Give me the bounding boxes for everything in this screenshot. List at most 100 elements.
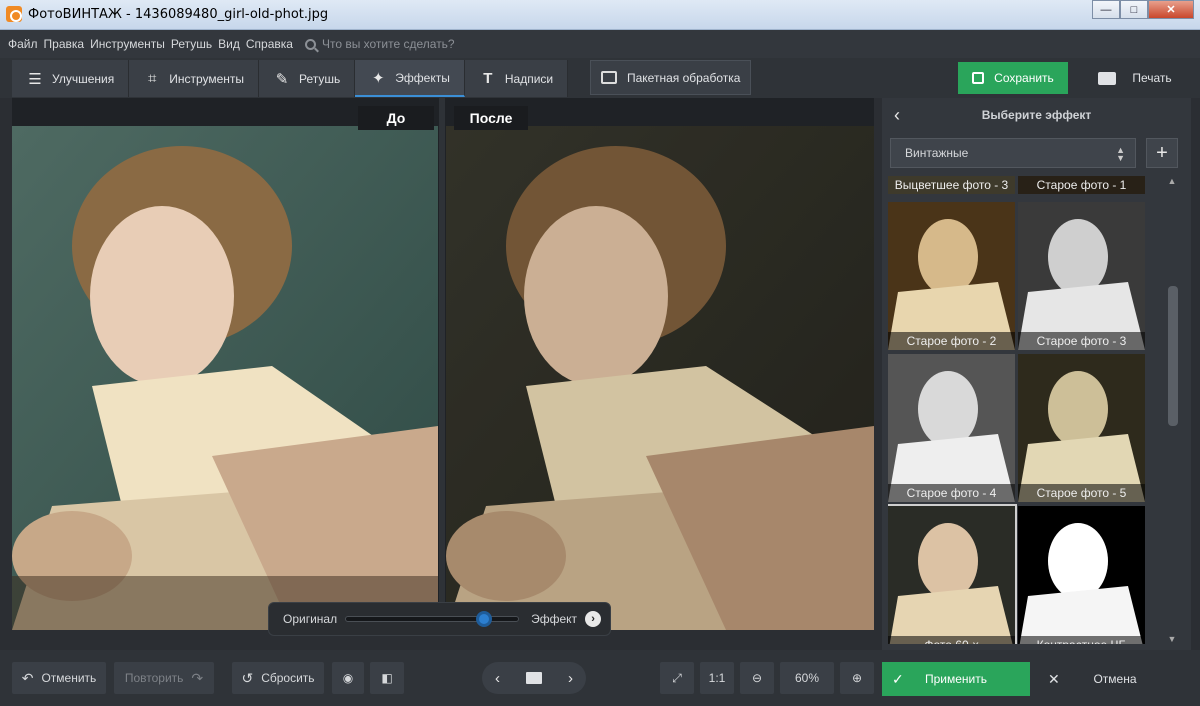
chevron-right-icon[interactable]: › — [585, 611, 602, 627]
effect-thumb[interactable]: Старое фото - 2 — [888, 202, 1015, 350]
tab-improvements[interactable]: ☰ Улучшения — [12, 60, 130, 97]
next-image-icon[interactable]: › — [568, 670, 573, 687]
save-button[interactable]: Сохранить — [958, 62, 1068, 94]
image-icon — [601, 71, 617, 84]
effect-thumb-label: Старое фото - 5 — [1018, 484, 1145, 502]
effect-thumb-label: Выцветшее фото - 3 — [888, 176, 1015, 194]
menu-help[interactable]: Справка — [246, 37, 293, 51]
after-label: После — [454, 106, 528, 130]
slider-track[interactable] — [345, 611, 520, 627]
select-arrows-icon: ▲ ▼ — [1116, 145, 1125, 163]
compare-divider[interactable] — [439, 98, 445, 630]
reset-button[interactable]: ↺ Сбросить — [232, 662, 324, 694]
zoom-out-button[interactable]: ⊖ — [740, 662, 774, 694]
apply-button[interactable]: ✓ Применить — [882, 662, 1030, 696]
tab-label: Надписи — [504, 71, 554, 86]
compare-button[interactable]: ◧ — [370, 662, 404, 694]
batch-label: Пакетная обработка — [627, 70, 741, 85]
cancel-button[interactable]: ✕ Отмена — [1040, 662, 1190, 696]
thumb-preview — [888, 202, 1015, 350]
cancel-label: Отмена — [1093, 672, 1137, 686]
undo-button[interactable]: ↶ Отменить — [12, 662, 106, 694]
menu-view[interactable]: Вид — [218, 37, 240, 51]
category-select[interactable]: Винтажные ▲ ▼ — [890, 138, 1136, 168]
maximize-button[interactable]: □ — [1120, 0, 1148, 19]
effects-gallery: Выцветшее фото - 3 Старое фото - 1 Старо… — [888, 176, 1156, 644]
folder-icon[interactable] — [526, 672, 542, 684]
effect-thumb[interactable]: Старое фото - 5 — [1018, 354, 1145, 502]
tab-label: Эффекты — [395, 70, 450, 85]
check-icon: ✓ — [892, 670, 904, 687]
category-value: Винтажные — [905, 146, 969, 160]
effect-thumb-label: Контрастное ЧБ — [1018, 636, 1145, 644]
effect-thumb[interactable]: Старое фото - 4 — [888, 354, 1015, 502]
scroll-up-icon[interactable]: ▲ — [1166, 176, 1178, 186]
close-button[interactable]: ✕ — [1148, 0, 1194, 19]
printer-icon — [1098, 71, 1117, 85]
menu-search[interactable]: Что вы хотите сделать? — [304, 37, 455, 51]
zoom-in-button[interactable]: ⊕ — [840, 662, 874, 694]
back-arrow-icon[interactable]: ‹ — [882, 105, 912, 126]
search-icon — [304, 38, 316, 50]
print-label: Печать — [1132, 71, 1172, 85]
previous-image-icon[interactable]: ‹ — [495, 670, 500, 687]
effect-thumb-label: Старое фото - 1 — [1018, 176, 1145, 194]
effect-thumb[interactable]: Контрастное ЧБ — [1018, 506, 1145, 644]
scrollbar-thumb[interactable] — [1168, 286, 1178, 426]
menu-retouch[interactable]: Ретушь — [171, 37, 212, 51]
save-label: Сохранить — [994, 71, 1054, 85]
brush-icon: ✎ — [275, 70, 289, 88]
reset-icon: ↺ — [241, 669, 254, 686]
scroll-down-icon[interactable]: ▼ — [1166, 634, 1178, 644]
zoom-in-icon: ⊕ — [851, 671, 863, 685]
effect-label: Эффект — [531, 612, 578, 626]
add-effect-button[interactable]: + — [1146, 138, 1178, 168]
preview-workspace: До После — [12, 98, 874, 630]
apply-label: Применить — [924, 672, 987, 686]
thumb-preview — [1018, 202, 1145, 350]
menu-edit[interactable]: Правка — [44, 37, 85, 51]
zoom-1to1-button[interactable]: 1:1 — [700, 662, 734, 694]
window-titlebar: ФотоВИНТАЖ - 1436089480_girl-old-phot.jp… — [0, 0, 1200, 30]
menu-search-placeholder: Что вы хотите сделать? — [321, 37, 455, 51]
zoom-out-icon: ⊖ — [751, 671, 763, 685]
reset-label: Сбросить — [261, 671, 315, 685]
tab-effects[interactable]: ✦ Эффекты — [355, 60, 465, 97]
gallery-scrollbar[interactable]: ▲ ▼ — [1166, 176, 1178, 644]
effect-thumb-selected[interactable]: Фото 60-х — [888, 504, 1017, 644]
tab-retouch[interactable]: ✎ Ретушь — [259, 60, 356, 97]
before-pane — [12, 126, 438, 630]
print-button[interactable]: Печать — [1080, 62, 1190, 94]
menu-bar: Файл Правка Инструменты Ретушь Вид Справ… — [0, 30, 1200, 58]
tab-tools[interactable]: ⌗ Инструменты — [129, 60, 260, 97]
tab-label: Инструменты — [169, 71, 245, 86]
fit-to-screen-button[interactable]: ⤢ — [660, 662, 694, 694]
compare-icon: ◧ — [381, 671, 393, 685]
batch-processing-button[interactable]: Пакетная обработка — [590, 60, 752, 95]
tab-label: Ретушь — [299, 71, 341, 86]
after-pane — [446, 126, 874, 630]
window-title: ФотоВИНТАЖ - 1436089480_girl-old-phot.jp… — [28, 7, 329, 22]
effect-thumb-label: Старое фото - 4 — [888, 484, 1015, 502]
redo-button[interactable]: Повторить ↷ — [114, 662, 214, 694]
effect-thumb[interactable]: Старое фото - 3 — [1018, 202, 1145, 350]
crop-icon: ⌗ — [147, 70, 157, 87]
text-icon: T — [483, 70, 493, 87]
fit-screen-icon: ⤢ — [672, 670, 682, 685]
slider-thumb[interactable] — [475, 611, 492, 627]
tab-captions[interactable]: T Надписи — [464, 60, 569, 97]
menu-tools[interactable]: Инструменты — [90, 37, 165, 51]
eye-button[interactable]: ◉ — [332, 662, 364, 694]
effect-thumb[interactable]: Выцветшее фото - 3 — [888, 176, 1015, 194]
effect-thumb[interactable]: Старое фото - 1 — [1018, 176, 1145, 194]
thumb-preview — [888, 354, 1015, 502]
before-label: До — [358, 106, 434, 130]
thumb-preview — [1018, 506, 1145, 644]
effects-panel: ‹ Выберите эффект Винтажные ▲ ▼ + Выцветш… — [882, 98, 1191, 650]
menu-file[interactable]: Файл — [8, 37, 38, 51]
undo-label: Отменить — [41, 671, 97, 685]
save-icon — [972, 72, 985, 84]
sliders-icon: ☰ — [28, 70, 42, 88]
minimize-button[interactable]: — — [1092, 0, 1120, 19]
zoom-level[interactable]: 60% — [780, 662, 834, 694]
